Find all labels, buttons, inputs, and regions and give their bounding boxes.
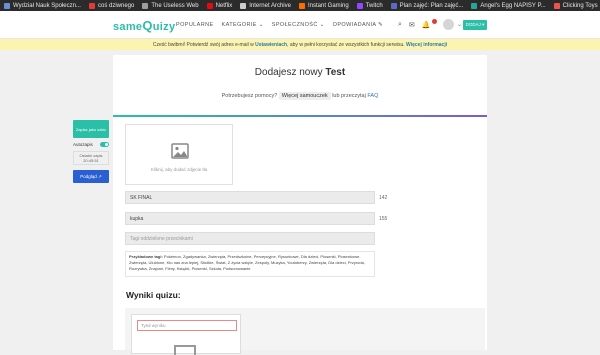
bookmark-item[interactable]: Netflix bbox=[203, 2, 237, 9]
nav-icons: ⌕ ✉ 🔔 bbox=[398, 21, 431, 29]
result-title-placeholder: Tytuł wyniku bbox=[141, 323, 166, 328]
preview-button[interactable]: Podgląd ↗ bbox=[73, 170, 109, 183]
bookmark-favicon-icon bbox=[142, 2, 149, 9]
title-prefix: Dodajesz nowy bbox=[254, 67, 323, 78]
faq-link[interactable]: FAQ bbox=[367, 93, 378, 99]
editor-panel: Dodajesz nowy Test Potrzebujesz pomocy? … bbox=[113, 55, 487, 355]
nav-popular[interactable]: POPULARNE bbox=[176, 22, 214, 28]
bookmark-item[interactable]: The Useless Web bbox=[138, 2, 202, 9]
bookmark-item[interactable]: Internet Archive bbox=[236, 2, 295, 9]
example-tags: Przykładowe tagi: Pokémon, Zgadywanka, Z… bbox=[125, 251, 375, 277]
save-draft-button[interactable]: Zapisz jako szkic bbox=[73, 120, 109, 138]
bookmarks-bar: Wydział Nauk Społeczn... coś dziwnego The … bbox=[0, 0, 600, 11]
bookmark-item[interactable]: coś dziwnego bbox=[85, 2, 138, 9]
bookmark-label: Angel's Egg NAPISY P... bbox=[480, 2, 546, 9]
bookmark-label: coś dziwnego bbox=[97, 2, 135, 9]
bookmark-favicon-icon bbox=[88, 2, 95, 9]
bookmark-label: Plan zajęć: Plan zajęć... bbox=[399, 2, 464, 9]
tags-placeholder: Tagi oddzielone przecinkami bbox=[130, 235, 193, 242]
notice-middle: , aby w pełni korzystać ze wszystkich fu… bbox=[287, 41, 405, 48]
bookmark-item[interactable]: Wydział Nauk Społeczn... bbox=[0, 2, 85, 9]
bell-icon[interactable]: 🔔 bbox=[422, 21, 431, 29]
notification-badge bbox=[432, 19, 437, 24]
autosave-toggle[interactable] bbox=[100, 142, 109, 147]
help-or: lub przeczytaj bbox=[332, 93, 366, 99]
bookmark-item[interactable]: Twitch bbox=[353, 2, 387, 9]
bookmark-label: Twitch bbox=[365, 2, 383, 9]
nav-categories[interactable]: KATEGORIE ⌄ bbox=[222, 22, 264, 28]
last-saved-box: Ostatni zapis 20:45:51 bbox=[73, 151, 109, 165]
bookmark-item[interactable]: Clicking Toys bbox=[550, 2, 600, 9]
title-type: Test bbox=[325, 67, 346, 78]
image-icon[interactable] bbox=[174, 345, 196, 355]
result-title-input[interactable]: Tytuł wyniku bbox=[137, 320, 237, 331]
top-navbar: sameQuizy POPULARNE KATEGORIE ⌄ SPOŁECZN… bbox=[0, 11, 600, 39]
results-heading: Wyniki quizu: bbox=[126, 290, 181, 300]
help-row: Potrzebujesz pomocy? Więcej samouczek lu… bbox=[113, 92, 487, 100]
site-logo[interactable]: sameQuizy bbox=[113, 18, 175, 33]
email-notice: Cześć bwibmi! Potwierdź swój adres e-mai… bbox=[0, 39, 600, 50]
nav-stories[interactable]: OPOWIADANIA ✎ bbox=[333, 22, 383, 28]
bookmark-label: Wydział Nauk Społeczn... bbox=[13, 2, 81, 9]
logo-q: Q bbox=[142, 18, 153, 33]
result-card: Tytuł wyniku bbox=[131, 314, 241, 355]
autosave-row: Autozapis bbox=[73, 142, 109, 147]
quiz-title-input[interactable]: SK FINAL bbox=[125, 191, 375, 204]
bookmark-item[interactable]: Angel's Egg NAPISY P... bbox=[467, 2, 549, 9]
add-button[interactable]: DODAJ ▾ bbox=[463, 20, 487, 30]
bookmark-favicon-icon bbox=[240, 2, 247, 9]
bookmark-label: Instant Gaming bbox=[307, 2, 349, 9]
main-nav: POPULARNE KATEGORIE ⌄ SPOŁECZNOŚĆ ⌄ OPOW… bbox=[176, 22, 383, 28]
bookmark-label: Internet Archive bbox=[249, 2, 291, 9]
tutorial-button[interactable]: Więcej samouczek bbox=[278, 92, 331, 100]
nav-community[interactable]: SPOŁECZNOŚĆ ⌄ bbox=[272, 22, 325, 28]
quiz-description-input[interactable]: kupka bbox=[125, 212, 375, 225]
page-title: Dodajesz nowy Test bbox=[113, 67, 487, 78]
bookmark-favicon-icon bbox=[206, 2, 213, 9]
messages-icon[interactable]: ✉ bbox=[409, 21, 415, 29]
title-char-count: 142 bbox=[379, 195, 388, 201]
section-divider bbox=[113, 115, 487, 117]
example-tags-heading: Przykładowe tagi: bbox=[129, 254, 163, 259]
bookmark-item[interactable]: Instant Gaming bbox=[295, 2, 353, 9]
description-char-count: 155 bbox=[379, 216, 388, 222]
bookmark-favicon-icon bbox=[471, 2, 478, 9]
notice-settings-link[interactable]: Ustawieniach bbox=[255, 42, 287, 48]
bookmark-label: Netflix bbox=[215, 2, 233, 9]
bookmark-favicon-icon bbox=[356, 2, 363, 9]
image-caption: Kliknij, aby dodać zdjęcie tła bbox=[150, 167, 208, 172]
bookmark-label: Clicking Toys bbox=[562, 2, 598, 9]
notice-more-link[interactable]: Więcej informacji bbox=[406, 42, 447, 48]
example-tags-list: Pokémon, Zgadywanka, Zwierzęta, Przedszk… bbox=[129, 254, 365, 271]
bookmark-favicon-icon bbox=[4, 2, 10, 9]
background-image-upload[interactable]: Kliknij, aby dodać zdjęcie tła bbox=[125, 124, 233, 185]
bookmark-label: The Useless Web bbox=[151, 2, 199, 9]
avatar[interactable] bbox=[443, 19, 454, 30]
bookmark-favicon-icon bbox=[553, 2, 560, 9]
results-section: Tytuł wyniku bbox=[125, 308, 485, 355]
logo-text-end: uizy bbox=[152, 21, 176, 33]
chevron-down-icon[interactable]: ⌄ bbox=[457, 21, 462, 28]
editor-sidebar: Zapisz jako szkic Autozapis Ostatni zapi… bbox=[73, 120, 109, 183]
tags-input[interactable]: Tagi oddzielone przecinkami bbox=[125, 232, 375, 245]
bookmark-item[interactable]: Plan zajęć: Plan zajęć... bbox=[387, 2, 468, 9]
logo-text-start: same bbox=[113, 21, 143, 33]
notice-text: Cześć bwibmi! Potwierdź swój adres e-mai… bbox=[152, 41, 254, 48]
image-icon bbox=[171, 143, 189, 159]
search-icon[interactable]: ⌕ bbox=[398, 21, 402, 29]
bookmark-favicon-icon bbox=[298, 2, 305, 9]
bookmark-favicon-icon bbox=[390, 2, 397, 9]
autosave-label: Autozapis bbox=[73, 142, 93, 147]
last-saved-time: 20:45:51 bbox=[83, 158, 99, 163]
help-text: Potrzebujesz pomocy? bbox=[221, 93, 278, 99]
